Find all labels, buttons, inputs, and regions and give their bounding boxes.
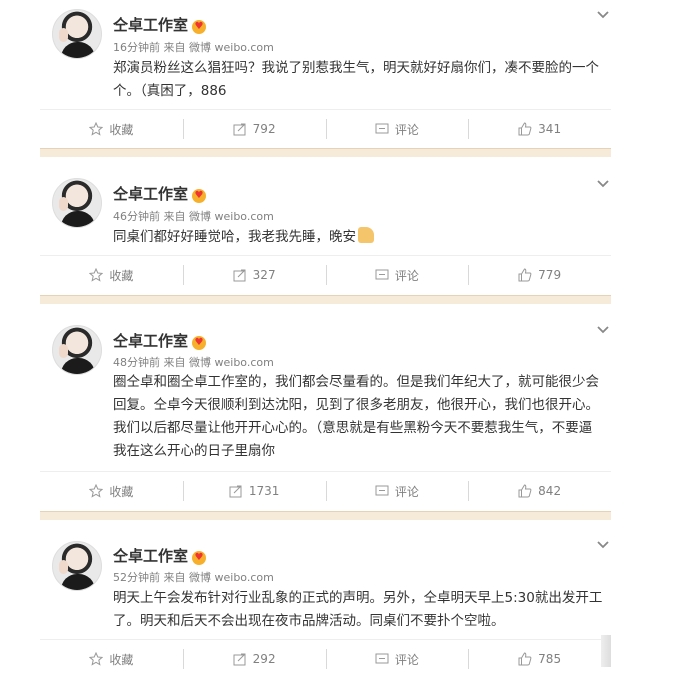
repost-button[interactable]: 327 (182, 256, 326, 294)
avatar[interactable] (52, 325, 102, 375)
post-text: 明天上午会发布针对行业乱象的正式的声明。另外，仝卓明天早上5:30就出发开工了。… (113, 590, 603, 629)
share-icon (233, 653, 246, 666)
vip-badge-icon: ♥ (192, 551, 207, 565)
post-time[interactable]: 16分钟前 (113, 41, 160, 54)
share-icon (229, 485, 242, 498)
post-toolbar: 收藏 792 评论 341 (40, 109, 611, 148)
star-icon (89, 122, 104, 136)
repost-button[interactable]: 792 (182, 110, 326, 148)
share-icon (233, 269, 246, 282)
post-toolbar: 收藏 292 评论 785 (40, 639, 611, 678)
comment-button[interactable]: 评论 (325, 110, 469, 148)
star-icon (89, 484, 104, 498)
like-button[interactable]: 341 (468, 110, 611, 148)
post-meta: 48分钟前 来自 微博 weibo.com (113, 354, 274, 370)
post-card: 仝卓工作室 ♥ 52分钟前 来自 微博 weibo.com 明天上午会发布针对行业… (40, 520, 611, 669)
post-author[interactable]: 仝卓工作室 ♥ (113, 545, 207, 566)
comment-button[interactable]: 评论 (325, 640, 469, 678)
repost-button[interactable]: 1731 (182, 472, 326, 510)
post-text-content: 同桌们都好好睡觉哈，我老我先睡，晚安 (113, 229, 356, 245)
collect-button[interactable]: 收藏 (40, 472, 183, 510)
avatar[interactable] (52, 541, 102, 591)
post-meta: 16分钟前 来自 微博 weibo.com (113, 39, 274, 55)
collect-button[interactable]: 收藏 (40, 110, 183, 148)
post-text: 圈仝卓和圈仝卓工作室的，我们都会尽量看的。但是我们年纪大了，就可能很少会回复。仝… (113, 374, 599, 459)
scrollbar[interactable] (601, 635, 611, 667)
chevron-down-icon[interactable] (597, 539, 609, 551)
post-source: 来自 微博 weibo.com (163, 571, 274, 584)
star-icon (89, 652, 104, 666)
thumbs-up-emoji (358, 227, 374, 243)
post-source: 来自 微博 weibo.com (163, 41, 274, 54)
vip-badge-icon: ♥ (192, 20, 207, 34)
chevron-down-icon[interactable] (597, 9, 609, 21)
comment-button[interactable]: 评论 (325, 472, 469, 510)
comment-icon (375, 653, 389, 664)
star-icon (89, 268, 104, 282)
repost-button[interactable]: 292 (182, 640, 326, 678)
chevron-down-icon[interactable] (597, 324, 609, 336)
comment-button[interactable]: 评论 (325, 256, 469, 294)
post-author[interactable]: 仝卓工作室 ♥ (113, 14, 207, 35)
avatar[interactable] (52, 178, 102, 228)
post-time[interactable]: 52分钟前 (113, 571, 160, 584)
vip-badge-icon: ♥ (192, 336, 207, 350)
post-card: 仝卓工作室 ♥ 16分钟前 来自 微博 weibo.com 郑演员粉丝这么猖狂吗？… (40, 0, 611, 148)
post-source: 来自 微博 weibo.com (163, 356, 274, 369)
post-author[interactable]: 仝卓工作室 ♥ (113, 330, 207, 351)
post-toolbar: 收藏 327 评论 779 (40, 255, 611, 294)
comment-icon (375, 123, 389, 134)
thumbs-up-icon (518, 122, 532, 136)
post-source: 来自 微博 weibo.com (163, 210, 274, 223)
post-meta: 52分钟前 来自 微博 weibo.com (113, 569, 274, 585)
collect-button[interactable]: 收藏 (40, 640, 183, 678)
post-separator (40, 148, 611, 157)
post-author[interactable]: 仝卓工作室 ♥ (113, 183, 207, 204)
like-button[interactable]: 779 (468, 256, 611, 294)
post-text: 同桌们都好好睡觉哈，我老我先睡，晚安 (113, 226, 605, 249)
comment-icon (375, 485, 389, 496)
thumbs-up-icon (518, 652, 532, 666)
post-toolbar: 收藏 1731 评论 842 (40, 471, 611, 510)
comment-icon (375, 269, 389, 280)
like-button[interactable]: 785 (468, 640, 611, 678)
share-icon (233, 123, 246, 136)
post-separator (40, 295, 611, 304)
chevron-down-icon[interactable] (597, 178, 609, 190)
like-button[interactable]: 842 (468, 472, 611, 510)
post-card: 仝卓工作室 ♥ 46分钟前 来自 微博 weibo.com 同桌们都好好睡觉哈，我… (40, 157, 611, 295)
collect-button[interactable]: 收藏 (40, 256, 183, 294)
thumbs-up-icon (518, 268, 532, 282)
vip-badge-icon: ♥ (192, 189, 207, 203)
post-time[interactable]: 46分钟前 (113, 210, 160, 223)
avatar[interactable] (52, 9, 102, 59)
thumbs-up-icon (518, 484, 532, 498)
post-text: 郑演员粉丝这么猖狂吗？我说了别惹我生气，明天就好好扇你们，凑不要脸的一个个。（真… (113, 60, 599, 99)
post-meta: 46分钟前 来自 微博 weibo.com (113, 208, 274, 224)
post-card: 仝卓工作室 ♥ 48分钟前 来自 微博 weibo.com 圈仝卓和圈仝卓工作室的… (40, 304, 611, 511)
post-separator (40, 511, 611, 520)
post-time[interactable]: 48分钟前 (113, 356, 160, 369)
